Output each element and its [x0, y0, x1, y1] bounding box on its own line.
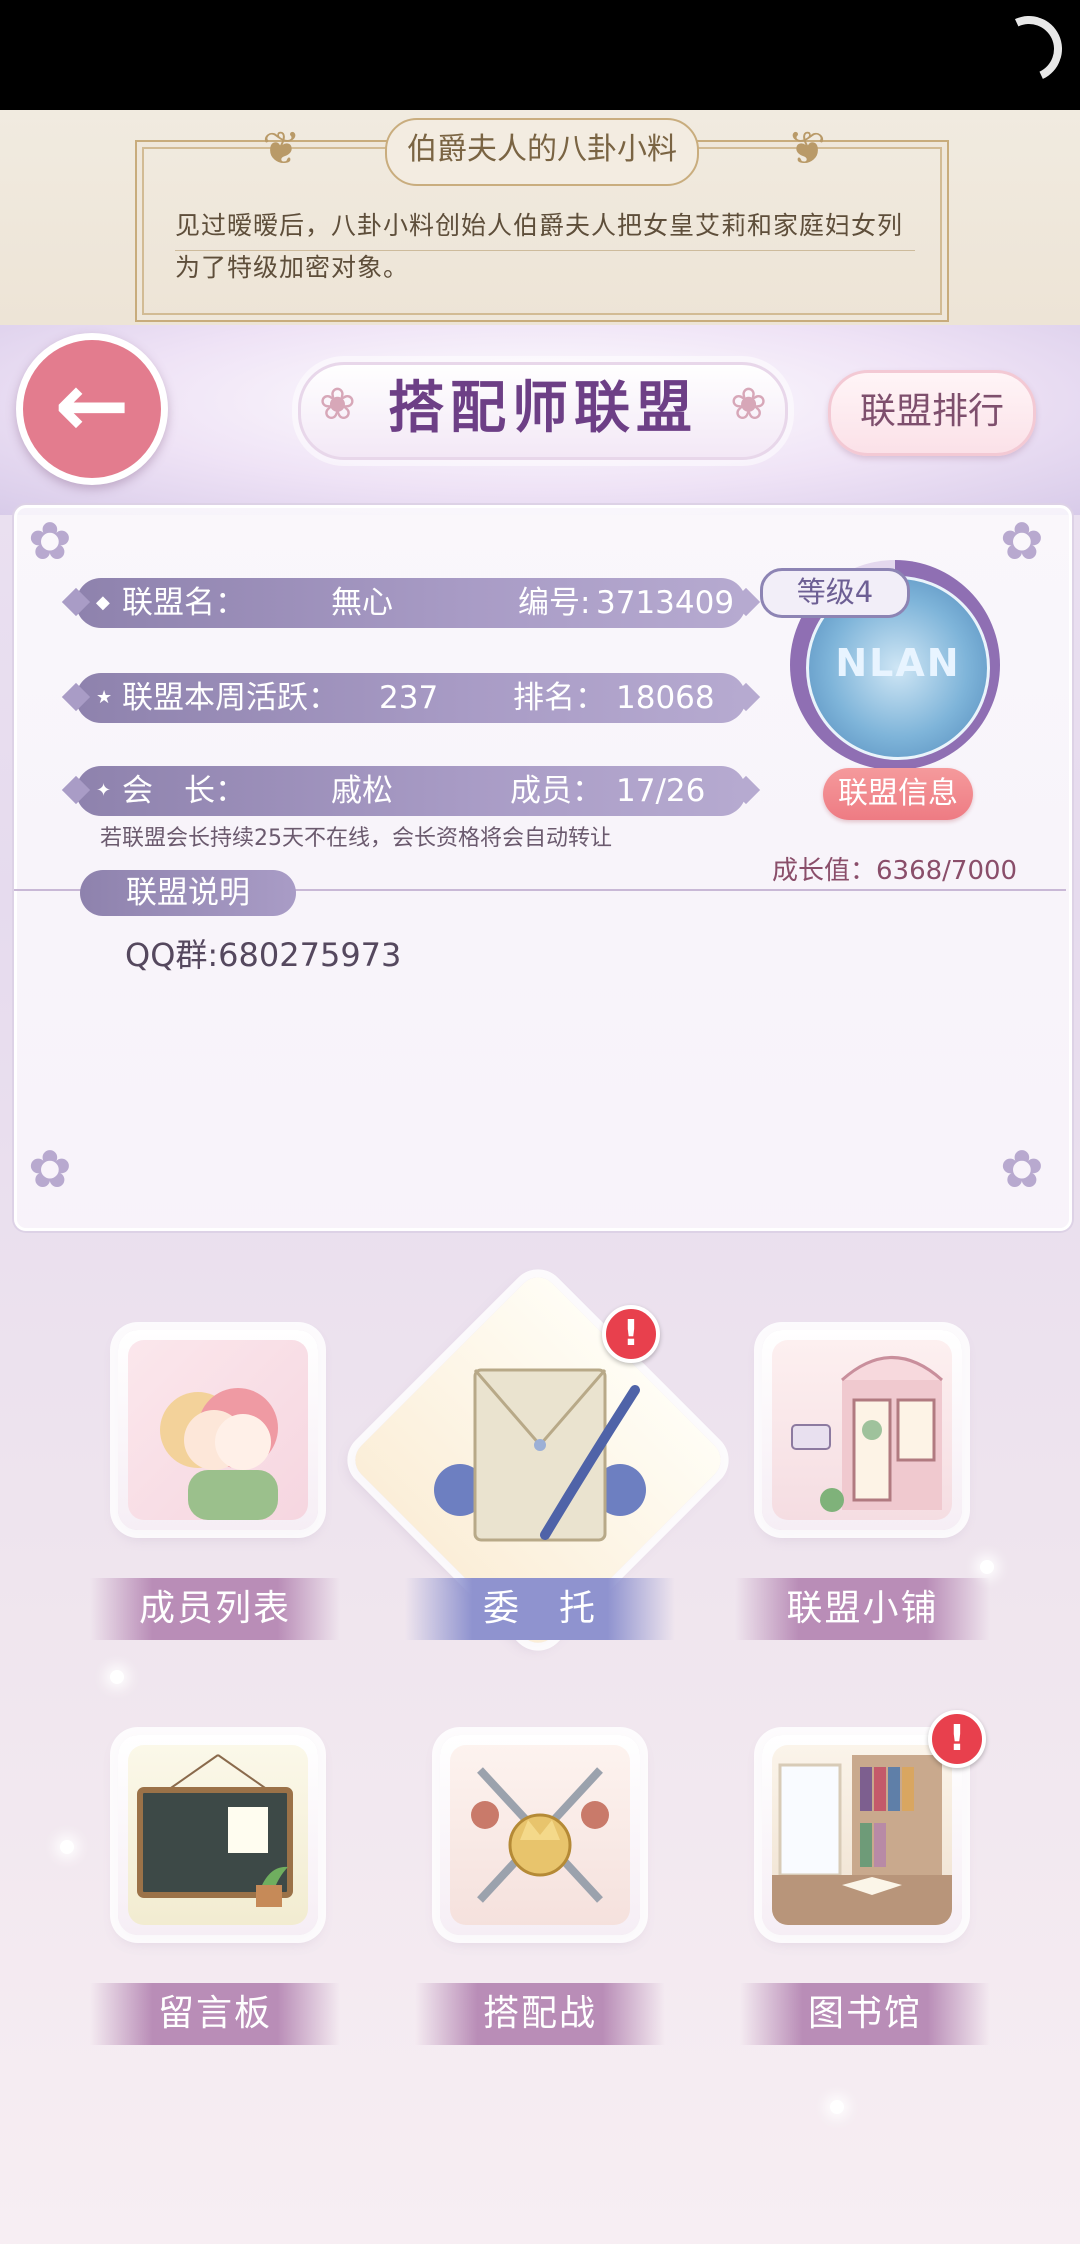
rank-value: 18068	[616, 680, 715, 716]
members-label: 成员：	[510, 773, 603, 809]
message-board-icon	[128, 1745, 308, 1925]
back-arrow-icon: ←	[54, 353, 130, 458]
rose-corner-icon: ✿	[28, 512, 72, 572]
alliance-id-label: 编号:	[518, 585, 591, 621]
feature-label: 委 托	[405, 1578, 675, 1640]
ornament-right-icon: ❦	[787, 121, 826, 175]
leader-label: 会 长：	[122, 773, 246, 809]
library-icon	[772, 1745, 952, 1925]
sparkle-icon: ✦	[96, 780, 112, 801]
notice-title: 伯爵夫人的八卦小料	[385, 118, 699, 186]
growth-value: 成长值：6368/7000	[772, 856, 1018, 886]
shop-icon	[772, 1340, 952, 1520]
alliance-ranking-button[interactable]: 联盟排行	[828, 370, 1036, 456]
alliance-leader-row: ✦ 会 长： 戚松 成员： 17/26	[76, 766, 746, 816]
sparkle-decoration	[980, 1560, 994, 1574]
rose-corner-icon: ✿	[28, 1140, 72, 1200]
activity-value: 237	[379, 680, 439, 716]
back-button[interactable]: ←	[16, 333, 168, 485]
loading-spinner-icon	[986, 6, 1072, 92]
book-icon: ◆	[96, 592, 110, 613]
alliance-id: 3713409	[596, 585, 735, 621]
leader-transfer-note: 若联盟会长持续25天不在线，会长资格将会自动转让	[100, 826, 612, 851]
alliance-info-button[interactable]: 联盟信息	[823, 768, 973, 820]
alliance-name-label: 联盟名：	[122, 585, 246, 621]
ornament-left-icon: ❦	[262, 121, 301, 175]
alliance-description: QQ群:680275973	[125, 936, 402, 974]
feature-label: 留言板	[90, 1983, 340, 2045]
feature-label: 搭配战	[415, 1983, 665, 2045]
rose-corner-icon: ✿	[1000, 512, 1044, 572]
description-label: 联盟说明	[80, 870, 296, 916]
title-ornament-left-icon: ❀	[319, 379, 356, 430]
alliance-activity-row: ★ 联盟本周活跃： 237 排名： 18068	[76, 673, 746, 723]
sparkle-decoration	[110, 1670, 124, 1684]
alert-badge-icon: !	[602, 1305, 660, 1363]
sparkle-decoration	[60, 1840, 74, 1854]
emblem-text: NLAN	[835, 641, 961, 685]
feature-label: 成员列表	[90, 1578, 340, 1640]
alert-badge-icon: !	[928, 1710, 986, 1768]
commission-letter-icon	[430, 1350, 650, 1560]
feature-label: 联盟小铺	[735, 1578, 990, 1640]
sparkle-decoration	[830, 2100, 844, 2114]
page-title: 搭配师联盟	[388, 376, 698, 441]
alliance-name: 無心	[331, 585, 393, 621]
rose-corner-icon: ✿	[1000, 1140, 1044, 1200]
title-ornament-right-icon: ❀	[730, 379, 767, 430]
rank-label: 排名：	[513, 680, 606, 716]
feature-label: 图书馆	[740, 1983, 990, 2045]
title-plate: ❀ 搭配师联盟 ❀	[298, 362, 788, 460]
members-icon	[128, 1340, 308, 1520]
star-icon: ★	[96, 687, 113, 708]
level-tag: 等级4	[760, 568, 910, 618]
notice-text: 见过暧暧后，八卦小料创始人伯爵夫人把女皇艾莉和家庭妇女列为了特级加密对象。	[175, 211, 904, 282]
status-bar	[0, 0, 1080, 110]
battle-swords-icon	[450, 1745, 630, 1925]
members-count: 17/26	[616, 773, 706, 809]
leader-name: 戚松	[331, 773, 393, 809]
alliance-name-row: ◆ 联盟名： 無心 编号: 3713409	[76, 578, 746, 628]
activity-label: 联盟本周活跃：	[122, 680, 339, 716]
